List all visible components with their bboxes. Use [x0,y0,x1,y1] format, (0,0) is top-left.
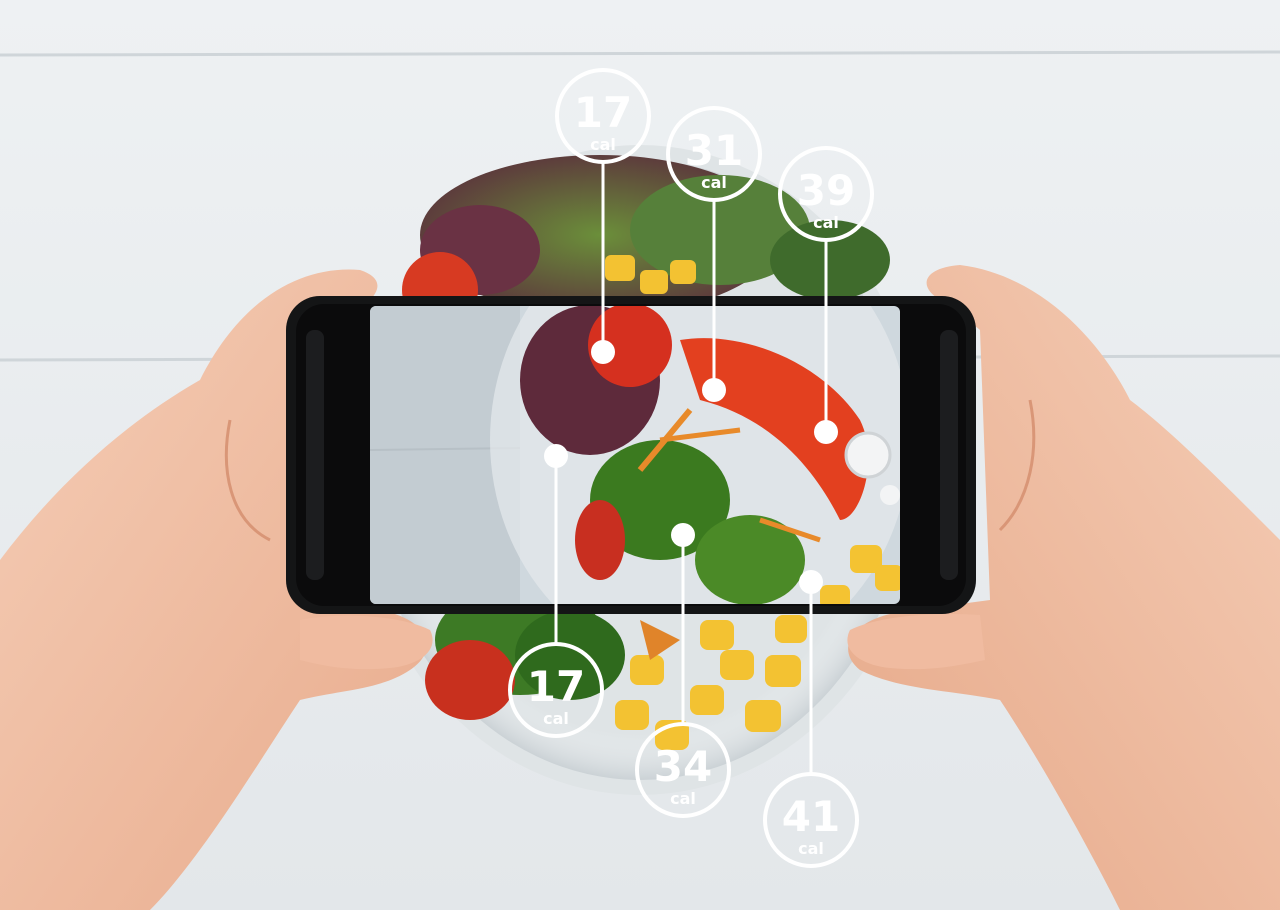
calorie-value: 34 [654,742,712,791]
calorie-unit: cal [543,709,569,728]
photo-illustration: 17 cal 31 cal 39 cal 17 cal 34 cal 41 ca… [0,0,1280,910]
scene: 17 cal 31 cal 39 cal 17 cal 34 cal 41 ca… [0,0,1280,910]
calorie-unit: cal [670,789,696,808]
calorie-unit: cal [701,173,727,192]
calorie-unit: cal [813,213,839,232]
calorie-value: 39 [797,166,855,215]
calorie-value: 31 [685,126,743,175]
calorie-unit: cal [590,135,616,154]
calorie-value: 17 [527,662,585,711]
calorie-value: 41 [782,792,840,841]
calorie-value: 17 [574,88,632,137]
calorie-unit: cal [798,839,824,858]
